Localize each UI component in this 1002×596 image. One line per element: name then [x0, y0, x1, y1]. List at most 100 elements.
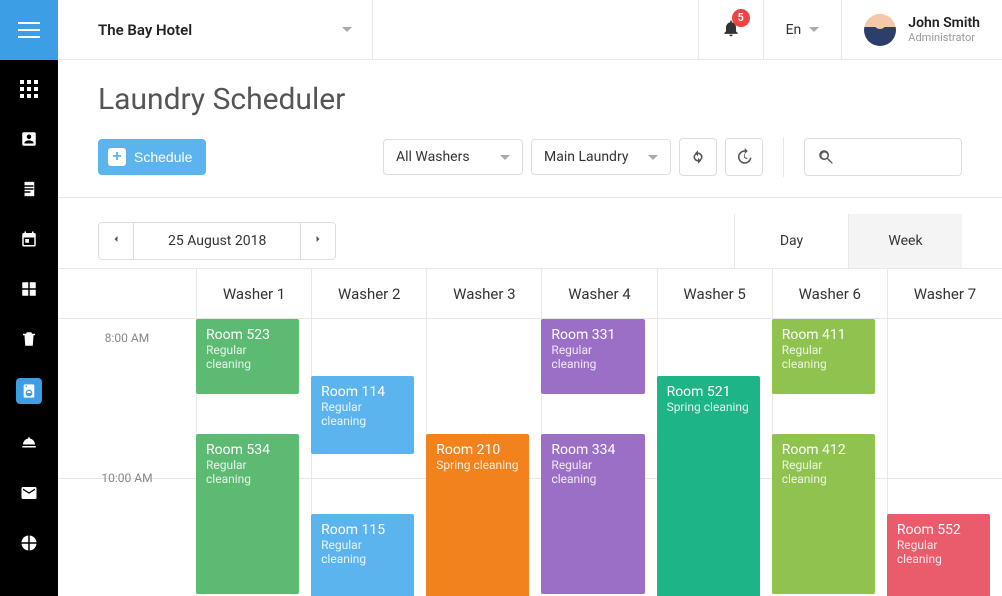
nav-trash[interactable]	[18, 328, 40, 350]
grid-header: Washer 1 Washer 2 Washer 3 Washer 4 Wash…	[58, 269, 1002, 319]
event-title: Room 534	[206, 442, 289, 458]
page-title: Laundry Scheduler	[98, 82, 962, 117]
notifications-button[interactable]: 5	[698, 0, 763, 59]
history-button[interactable]	[725, 138, 763, 176]
nav-apps[interactable]	[18, 78, 40, 100]
chevron-down-icon	[500, 155, 510, 160]
time-label-0800: 8:00 AM	[58, 331, 196, 345]
event-title: Room 115	[321, 522, 404, 538]
calendar-icon	[20, 230, 38, 248]
topbar: The Bay Hotel 5 En John Smith A	[58, 0, 1002, 60]
chevron-down-icon	[342, 27, 352, 32]
receipt-icon	[20, 180, 38, 198]
hamburger-icon	[18, 29, 40, 31]
date-nav-row: 25 August 2018 Day Week	[58, 198, 1002, 269]
chevron-down-icon	[809, 27, 819, 32]
nav-contacts[interactable]	[18, 128, 40, 150]
event-card[interactable]: Room 412Regular cleaning	[772, 434, 875, 594]
washer-header-3: Washer 3	[426, 269, 541, 318]
time-label-1000: 10:00 AM	[58, 471, 196, 485]
event-subtitle: Regular cleaning	[551, 343, 634, 371]
event-title: Room 521	[667, 384, 750, 400]
event-title: Room 331	[551, 327, 634, 343]
event-title: Room 210	[436, 442, 519, 458]
washer-header-5: Washer 5	[657, 269, 772, 318]
user-role: Administrator	[908, 31, 980, 44]
event-subtitle: Spring cleaning	[667, 400, 750, 414]
event-subtitle: Regular cleaning	[206, 343, 289, 371]
menu-toggle[interactable]	[0, 0, 58, 60]
washer-header-7: Washer 7	[887, 269, 1002, 318]
mail-icon	[20, 484, 38, 502]
event-title: Room 411	[782, 327, 865, 343]
user-menu[interactable]: John Smith Administrator	[841, 0, 1002, 59]
event-card[interactable]: Room 521Spring cleaning	[657, 376, 760, 596]
event-card[interactable]: Room 552Regular cleaning	[887, 514, 990, 596]
washer-filter-value: All Washers	[396, 149, 470, 165]
event-card[interactable]: Room 115Regular cleaning	[311, 514, 414, 596]
washer-header-1: Washer 1	[196, 269, 311, 318]
nav-mail[interactable]	[18, 482, 40, 504]
washer-header-2: Washer 2	[311, 269, 426, 318]
event-subtitle: Regular cleaning	[206, 458, 289, 486]
nav-rooms[interactable]	[18, 278, 40, 300]
language-selector[interactable]: En	[763, 0, 842, 59]
event-card[interactable]: Room 210Spring cleaning	[426, 434, 529, 596]
grid4-icon	[20, 280, 38, 298]
event-subtitle: Regular cleaning	[897, 538, 980, 566]
washer-filter[interactable]: All Washers	[383, 139, 523, 175]
plus-icon: +	[108, 148, 126, 166]
schedule-button[interactable]: + Schedule	[98, 139, 206, 175]
nav-reports[interactable]	[18, 532, 40, 554]
history-icon	[735, 148, 753, 166]
event-subtitle: Regular cleaning	[321, 538, 404, 566]
view-day-tab[interactable]: Day	[734, 214, 848, 268]
laundry-icon	[21, 383, 37, 399]
toolbar: + Schedule All Washers Main Laundry	[58, 117, 1002, 198]
laundry-filter-value: Main Laundry	[544, 149, 628, 165]
event-subtitle: Spring cleaning	[436, 458, 519, 472]
event-card[interactable]: Room 411Regular cleaning	[772, 319, 875, 394]
chevron-left-icon	[110, 233, 122, 245]
person-icon	[20, 130, 38, 148]
schedule-grid: Washer 1 Washer 2 Washer 3 Washer 4 Wash…	[58, 269, 1002, 596]
grid-icon	[20, 80, 38, 98]
event-title: Room 552	[897, 522, 980, 538]
hotel-selector[interactable]: The Bay Hotel	[58, 0, 373, 59]
next-day-button[interactable]	[301, 223, 335, 259]
nav-receipt[interactable]	[18, 178, 40, 200]
nav-room-service[interactable]	[18, 432, 40, 454]
washer-header-4: Washer 4	[541, 269, 656, 318]
event-title: Room 334	[551, 442, 634, 458]
nav-calendar[interactable]	[18, 228, 40, 250]
user-name: John Smith	[908, 15, 980, 31]
nav-laundry[interactable]	[16, 378, 42, 404]
hotel-name: The Bay Hotel	[98, 21, 192, 39]
notification-badge: 5	[732, 9, 750, 27]
view-week-tab[interactable]: Week	[848, 214, 962, 268]
refresh-button[interactable]	[679, 138, 717, 176]
event-card[interactable]: Room 523Regular cleaning	[196, 319, 299, 394]
event-title: Room 114	[321, 384, 404, 400]
chevron-down-icon	[648, 155, 658, 160]
event-card[interactable]: Room 334Regular cleaning	[541, 434, 644, 594]
event-subtitle: Regular cleaning	[551, 458, 634, 486]
event-subtitle: Regular cleaning	[782, 343, 865, 371]
refresh-icon	[689, 148, 707, 166]
event-card[interactable]: Room 331Regular cleaning	[541, 319, 644, 394]
event-card[interactable]: Room 534Regular cleaning	[196, 434, 299, 594]
laundry-filter[interactable]: Main Laundry	[531, 139, 671, 175]
pie-icon	[20, 534, 38, 552]
avatar	[864, 14, 896, 46]
event-card[interactable]: Room 114Regular cleaning	[311, 376, 414, 454]
trash-icon	[20, 330, 38, 348]
chevron-right-icon	[312, 233, 324, 245]
search-input[interactable]	[804, 138, 962, 176]
search-icon	[817, 148, 835, 166]
cloche-icon	[20, 434, 38, 452]
date-label: 25 August 2018	[133, 223, 301, 259]
event-subtitle: Regular cleaning	[782, 458, 865, 486]
washer-header-6: Washer 6	[772, 269, 887, 318]
prev-day-button[interactable]	[99, 223, 133, 259]
language-label: En	[786, 22, 802, 38]
